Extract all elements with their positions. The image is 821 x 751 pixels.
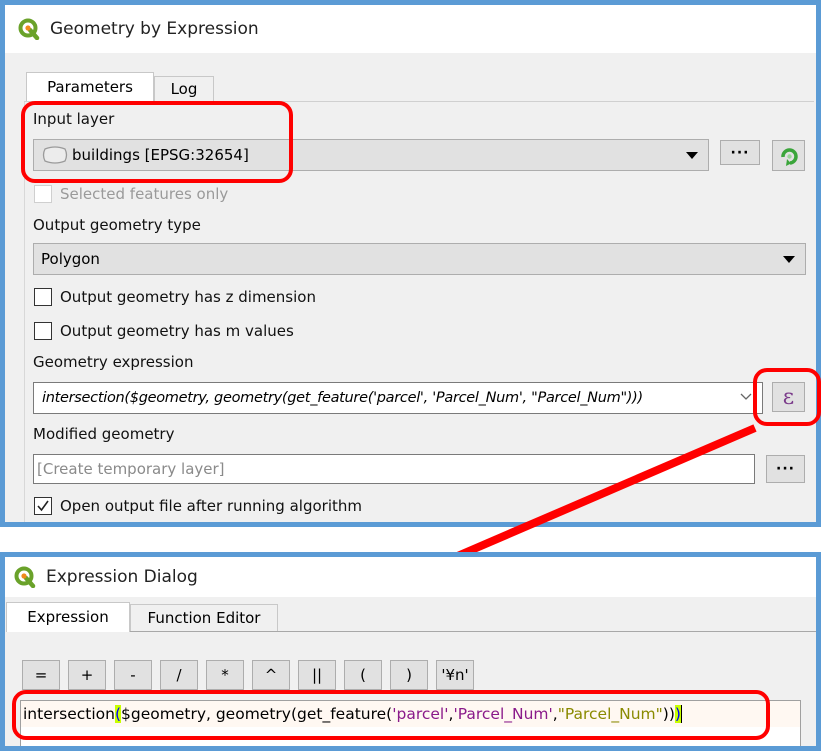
expr-text: $geometry, geometry(get_feature( [121,705,393,723]
operator-open-paren-button[interactable]: ( [344,660,382,690]
tab-label: Expression [27,608,109,626]
operator-plus-button[interactable]: + [68,660,106,690]
arrow-shaft [423,424,757,574]
dialog-title: Expression Dialog [46,567,198,587]
operator-close-paren-button[interactable]: ) [390,660,428,690]
text-cursor [680,705,682,723]
operator-label: - [130,666,136,684]
expr-function: intersection [23,705,115,723]
operator-label: || [311,666,323,684]
operator-multiply-button[interactable]: * [206,660,244,690]
expr-string: 'Parcel_Num' [453,705,553,723]
expr-field: "Parcel_Num" [557,705,663,723]
expr-string: 'parcel' [392,705,449,723]
expr-text: )) [662,705,675,723]
tab-function-editor[interactable]: Function Editor [130,604,278,632]
operator-minus-button[interactable]: - [114,660,152,690]
tab-divider [130,631,816,632]
operator-label: * [221,666,229,684]
operator-label: ) [406,666,412,684]
expression-editor[interactable]: intersection($geometry, geometry(get_fea… [20,700,801,746]
operator-newline-button[interactable]: '¥n' [436,660,474,690]
operator-label: ^ [264,666,278,684]
operator-power-button[interactable]: ^ [252,660,290,690]
operator-label: ( [360,666,366,684]
expression-line: intersection($geometry, geometry(get_fea… [21,701,800,727]
qgis-logo-icon [14,566,36,589]
title-bar: Expression Dialog [5,557,816,597]
operator-concat-button[interactable]: || [298,660,336,690]
operator-label: + [80,666,94,684]
operator-equals-button[interactable]: = [22,660,60,690]
operator-label: '¥n' [441,666,469,684]
operator-divide-button[interactable]: / [160,660,198,690]
tab-label: Function Editor [147,609,261,627]
operator-label: = [34,666,48,684]
operator-label: / [176,666,182,684]
tab-expression[interactable]: Expression [6,602,130,632]
